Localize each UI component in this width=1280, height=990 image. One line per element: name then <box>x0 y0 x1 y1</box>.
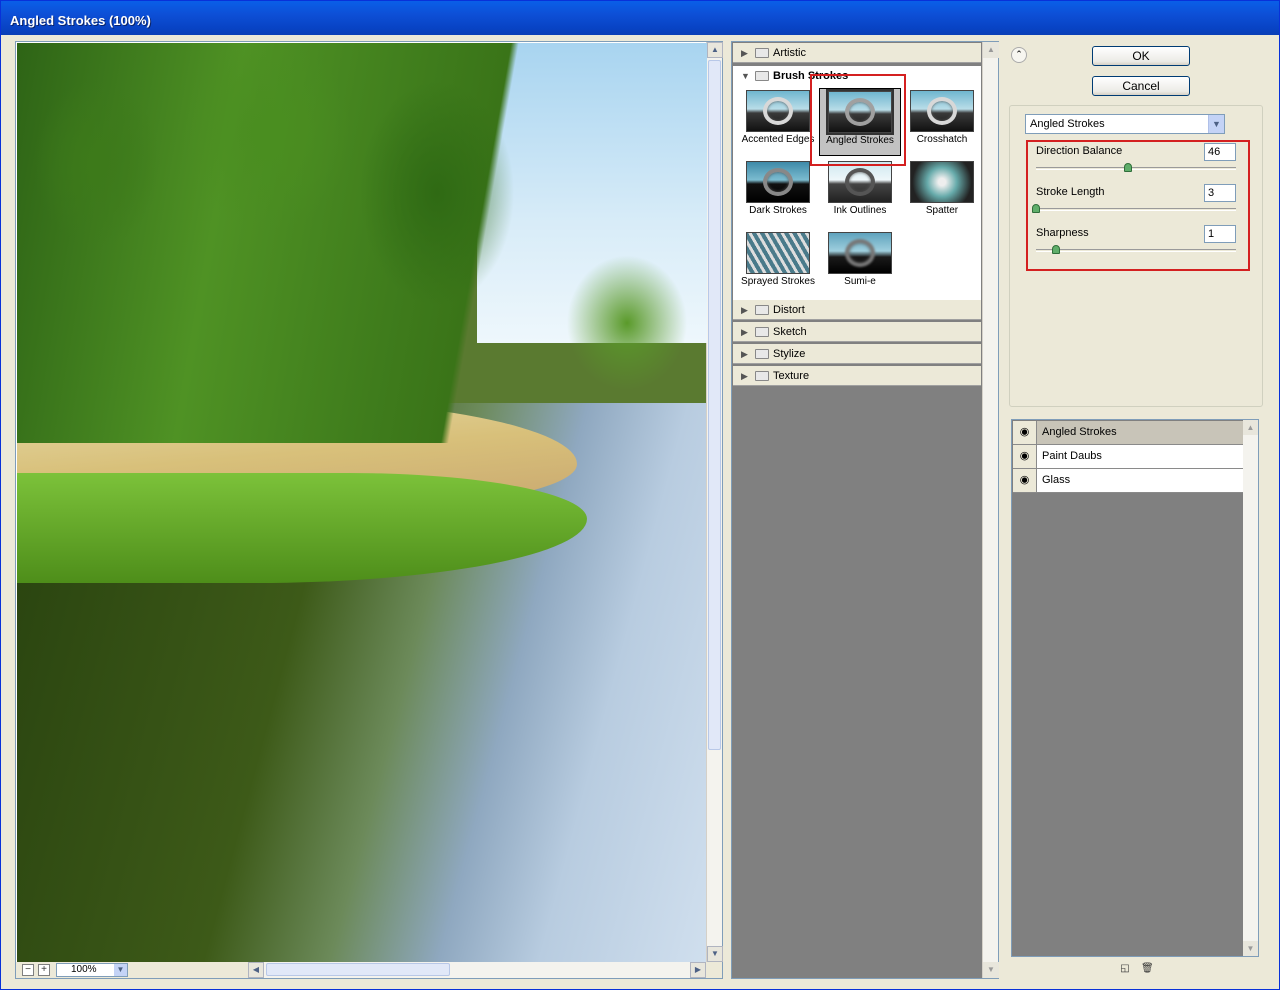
scroll-thumb[interactable] <box>708 60 721 750</box>
category-label: Sketch <box>773 326 807 338</box>
filter-thumb-sprayed-strokes[interactable]: Sprayed Strokes <box>737 230 819 298</box>
expand-arrow-icon: ▶ <box>741 349 748 359</box>
preview-pane[interactable]: ▲ ▼ − + 100% ▼ ◀ ▶ <box>15 41 723 979</box>
preview-image <box>17 43 707 963</box>
filter-gallery: ▶ Artistic ▼ Brush Strokes Accented Edge… <box>731 41 999 979</box>
filter-select[interactable]: Angled Strokes ▼ <box>1025 114 1225 134</box>
category-label: Stylize <box>773 348 806 360</box>
filter-preview-icon <box>910 90 974 132</box>
highlight-box-selected-filter <box>810 74 906 166</box>
folder-icon <box>755 349 769 359</box>
eye-icon[interactable]: ◉ <box>1013 421 1037 444</box>
chevron-down-icon[interactable]: ▼ <box>1208 115 1224 133</box>
layers-scrollbar[interactable]: ▲ ▼ <box>1243 420 1258 956</box>
filter-gallery-dialog: Angled Strokes (100%) ▲ ▼ − + 100% ▼ ◀ ▶ <box>0 0 1280 990</box>
folder-icon <box>755 327 769 337</box>
scroll-right-icon[interactable]: ▶ <box>690 962 706 978</box>
preview-vertical-scrollbar[interactable]: ▲ ▼ <box>706 42 723 962</box>
gallery-scrollbar[interactable]: ▲ ▼ <box>982 42 999 978</box>
filter-thumb-spatter[interactable]: Spatter <box>901 159 983 227</box>
effect-layer[interactable]: ◉ Glass <box>1013 469 1243 493</box>
effect-layer-name: Angled Strokes <box>1042 426 1117 438</box>
zoom-value: 100% <box>71 964 97 975</box>
filter-label: Sprayed Strokes <box>741 276 815 287</box>
filter-thumb-crosshatch[interactable]: Crosshatch <box>901 88 983 156</box>
folder-icon <box>755 48 769 58</box>
category-distort[interactable]: ▶ Distort <box>733 300 981 320</box>
ok-button[interactable]: OK <box>1092 46 1190 66</box>
eye-icon[interactable]: ◉ <box>1013 445 1037 468</box>
delete-effect-layer-icon[interactable]: 🗑 <box>1141 963 1154 975</box>
forest <box>17 43 707 443</box>
filter-label: Ink Outlines <box>833 205 887 216</box>
expand-arrow-icon: ▶ <box>741 371 748 381</box>
filter-thumb-dark-strokes[interactable]: Dark Strokes <box>737 159 819 227</box>
filter-preview-icon <box>746 90 810 132</box>
zoom-in-button[interactable]: + <box>38 964 50 976</box>
collapse-arrow-icon: ▼ <box>741 71 750 81</box>
filter-thumb-sumi-e[interactable]: Sumi-e <box>819 230 901 298</box>
folder-open-icon <box>755 71 769 81</box>
filter-label: Spatter <box>925 205 959 216</box>
collapse-gallery-icon[interactable]: ⌃ <box>1011 47 1027 63</box>
scroll-thumb[interactable] <box>266 963 450 976</box>
scroll-up-icon[interactable]: ▲ <box>1243 420 1258 435</box>
filter-label: Sumi-e <box>844 276 876 287</box>
expand-arrow-icon: ▶ <box>741 305 748 315</box>
category-stylize[interactable]: ▶ Stylize <box>733 344 981 364</box>
expand-arrow-icon: ▶ <box>741 327 748 337</box>
filter-label: Crosshatch <box>916 134 968 145</box>
filter-thumb-ink-outlines[interactable]: Ink Outlines <box>819 159 901 227</box>
cancel-button[interactable]: Cancel <box>1092 76 1190 96</box>
preview-statusbar: − + 100% ▼ ◀ ▶ <box>16 962 722 978</box>
filter-label: Dark Strokes <box>749 205 807 216</box>
folder-icon <box>755 371 769 381</box>
category-label: Artistic <box>773 47 806 59</box>
category-texture[interactable]: ▶ Texture <box>733 366 981 386</box>
effect-layer-name: Paint Daubs <box>1042 450 1102 462</box>
filter-preview-icon <box>828 232 892 274</box>
effect-layer[interactable]: ◉ Angled Strokes <box>1013 421 1243 445</box>
scroll-down-icon[interactable]: ▼ <box>983 962 999 978</box>
chevron-down-icon[interactable]: ▼ <box>114 964 127 976</box>
effect-layer[interactable]: ◉ Paint Daubs <box>1013 445 1243 469</box>
effect-layers-panel: ◉ Angled Strokes ◉ Paint Daubs ◉ Glass ▲… <box>1011 419 1259 957</box>
new-effect-layer-icon[interactable]: ◱ <box>1119 963 1131 975</box>
filter-label: Accented Edges <box>741 134 815 145</box>
filter-preview-icon <box>746 232 810 274</box>
filter-thumb-accented-edges[interactable]: Accented Edges <box>737 88 819 156</box>
preview-horizontal-scrollbar[interactable]: ◀ ▶ <box>248 962 706 978</box>
filter-preview-icon <box>746 161 810 203</box>
folder-icon <box>755 305 769 315</box>
filter-select-value: Angled Strokes <box>1030 118 1105 130</box>
expand-arrow-icon: ▶ <box>741 48 748 58</box>
category-label: Texture <box>773 370 810 382</box>
zoom-out-button[interactable]: − <box>22 964 34 976</box>
effect-layer-name: Glass <box>1042 474 1071 486</box>
highlight-box-params <box>1026 140 1250 271</box>
filter-preview-icon <box>828 161 892 203</box>
scroll-up-icon[interactable]: ▲ <box>983 42 999 58</box>
filter-preview-icon <box>910 161 974 203</box>
eye-icon[interactable]: ◉ <box>1013 469 1037 492</box>
scroll-up-icon[interactable]: ▲ <box>707 42 723 58</box>
category-sketch[interactable]: ▶ Sketch <box>733 322 981 342</box>
window-title: Angled Strokes (100%) <box>1 1 1279 35</box>
category-artistic[interactable]: ▶ Artistic <box>733 43 981 63</box>
zoom-select[interactable]: 100% ▼ <box>56 963 128 977</box>
category-label: Distort <box>773 304 805 316</box>
scroll-down-icon[interactable]: ▼ <box>1243 941 1258 956</box>
scroll-left-icon[interactable]: ◀ <box>248 962 264 978</box>
scroll-down-icon[interactable]: ▼ <box>707 946 723 962</box>
